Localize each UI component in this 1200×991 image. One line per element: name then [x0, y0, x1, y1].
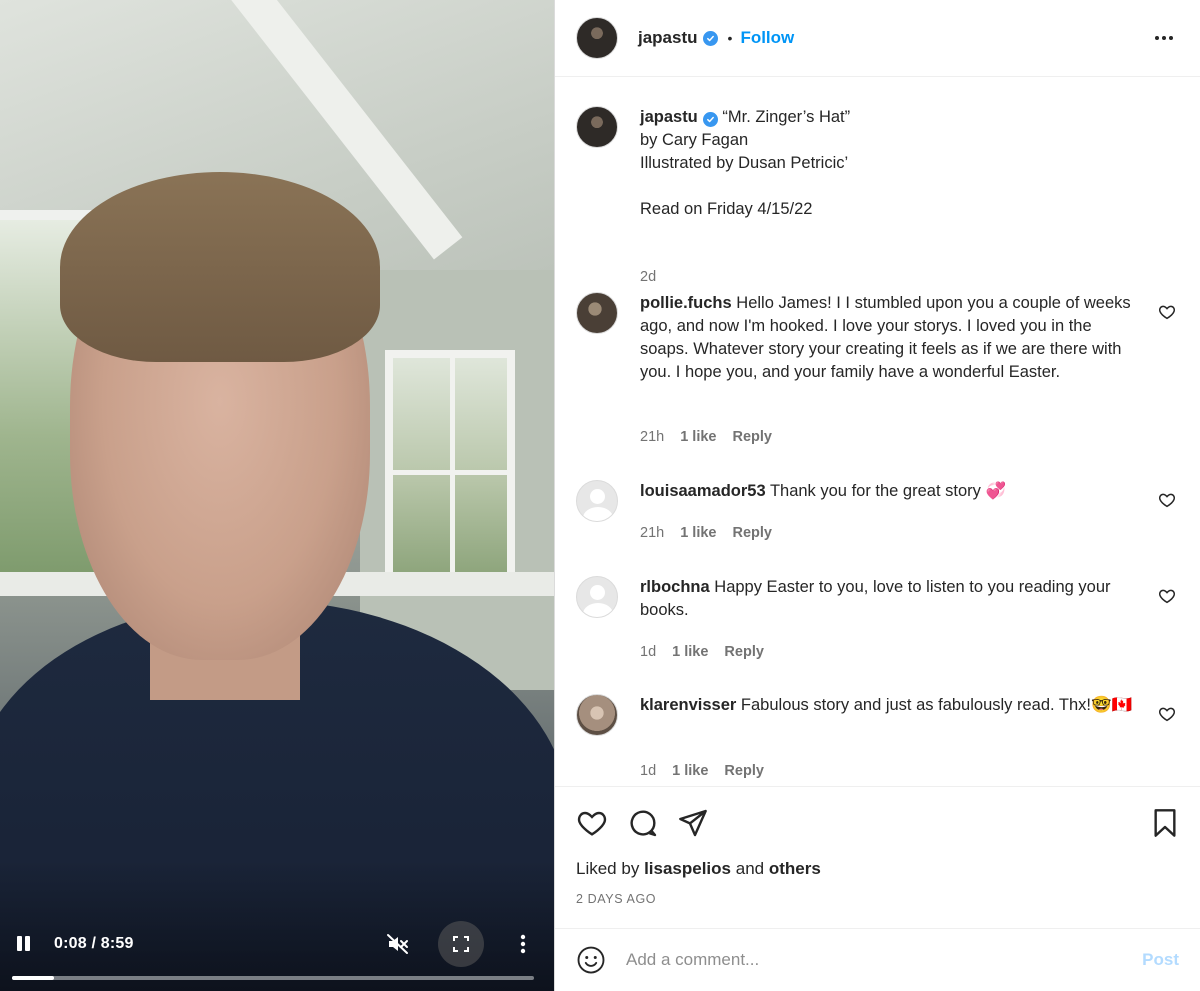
comment-like-heart-icon[interactable]: [1158, 587, 1176, 605]
video-time: 0:08 / 8:59: [54, 935, 134, 952]
post-panel: japastu • Follow japastu “Mr. Zinger’s H…: [554, 0, 1200, 991]
caption-line: by Cary Fagan: [640, 131, 749, 149]
add-comment-bar: Post: [555, 928, 1200, 991]
comment-meta: 1d 1 like Reply: [640, 763, 764, 779]
comment-likes[interactable]: 1 like: [672, 644, 708, 660]
fullscreen-button[interactable]: [438, 921, 484, 967]
comment-avatar[interactable]: [576, 694, 618, 736]
author-avatar[interactable]: [576, 17, 618, 59]
caption-line: [640, 175, 1140, 198]
video-person-hair: [60, 172, 380, 362]
liked-by: Liked by lisaspelios and others: [576, 859, 821, 879]
comment-input[interactable]: [626, 945, 1116, 975]
comment-avatar[interactable]: [576, 480, 618, 522]
comment-like-heart-icon[interactable]: [1158, 705, 1176, 723]
comments-list[interactable]: japastu “Mr. Zinger’s Hat” by Cary Fagan…: [555, 78, 1200, 786]
caption-username[interactable]: japastu: [640, 108, 698, 126]
caption-age[interactable]: 2d: [640, 269, 656, 285]
more-icon[interactable]: [1152, 26, 1176, 50]
kebab-icon[interactable]: [514, 933, 532, 955]
share-icon[interactable]: [677, 807, 709, 839]
comment-reply-button[interactable]: Reply: [732, 429, 772, 445]
bookmark-icon[interactable]: [1149, 807, 1181, 839]
comment-like-heart-icon[interactable]: [1158, 491, 1176, 509]
author-avatar[interactable]: [576, 106, 618, 148]
comment-text: Happy Easter to you, love to listen to y…: [640, 578, 1111, 619]
post-actions: Liked by lisaspelios and others 2 DAYS A…: [555, 786, 1200, 928]
caption-meta: 2d: [640, 269, 656, 285]
video-player[interactable]: 0:08 / 8:59: [0, 0, 554, 991]
comment-avatar[interactable]: [576, 292, 618, 334]
post-comment-button[interactable]: Post: [1142, 950, 1179, 970]
emoji-icon[interactable]: [576, 945, 606, 975]
post-header: japastu • Follow: [555, 0, 1200, 77]
comment-meta: 21h 1 like Reply: [640, 525, 772, 541]
comment-likes[interactable]: 1 like: [680, 525, 716, 541]
comment-meta: 1d 1 like Reply: [640, 644, 764, 660]
comment-likes[interactable]: 1 like: [672, 763, 708, 779]
comment-like-heart-icon[interactable]: [1158, 303, 1176, 321]
liked-by-prefix: Liked by: [576, 859, 640, 878]
liked-by-others[interactable]: others: [769, 859, 821, 878]
video-controls: 0:08 / 8:59: [0, 901, 554, 991]
mute-icon[interactable]: [386, 933, 410, 955]
author-username[interactable]: japastu: [638, 28, 698, 48]
verified-icon: [702, 112, 718, 127]
comment-body: louisaamador53 Thank you for the great s…: [640, 480, 1140, 503]
verified-icon: [702, 30, 718, 46]
comment-time[interactable]: 1d: [640, 644, 656, 660]
comment-username[interactable]: klarenvisser: [640, 696, 736, 714]
separator-dot: •: [727, 30, 733, 46]
comment-username[interactable]: louisaamador53: [640, 482, 766, 500]
post-dialog: 0:08 / 8:59 japastu • Follow japastu “Mr…: [0, 0, 1200, 991]
comment-icon[interactable]: [627, 807, 659, 839]
heart-icon[interactable]: [576, 807, 608, 839]
comment-avatar[interactable]: [576, 576, 618, 618]
comment-body: rlbochna Happy Easter to you, love to li…: [640, 576, 1140, 622]
comment-text: Fabulous story and just as fabulously re…: [740, 696, 1133, 714]
pause-icon[interactable]: [16, 935, 32, 953]
comment-reply-button[interactable]: Reply: [732, 525, 772, 541]
comment-time[interactable]: 1d: [640, 763, 656, 779]
caption-line: “Mr. Zinger’s Hat”: [722, 108, 851, 126]
comment-username[interactable]: pollie.fuchs: [640, 294, 732, 312]
caption-body: japastu “Mr. Zinger’s Hat” by Cary Fagan…: [640, 106, 1140, 221]
comment-body: pollie.fuchs Hello James! I I stumbled u…: [640, 292, 1140, 384]
comment-time[interactable]: 21h: [640, 429, 664, 445]
comment-time[interactable]: 21h: [640, 525, 664, 541]
comment-likes[interactable]: 1 like: [680, 429, 716, 445]
comment-body: klarenvisser Fabulous story and just as …: [640, 694, 1140, 717]
comment-username[interactable]: rlbochna: [640, 578, 710, 596]
caption-line: Read on Friday 4/15/22: [640, 200, 813, 218]
fullscreen-icon: [453, 936, 469, 952]
video-scene-window-right: [385, 350, 515, 590]
liked-by-user[interactable]: lisaspelios: [644, 859, 731, 878]
comment-reply-button[interactable]: Reply: [724, 644, 764, 660]
caption-line: Illustrated by Dusan Petricic’: [640, 154, 849, 172]
follow-button[interactable]: Follow: [740, 28, 794, 48]
liked-by-and: and: [735, 859, 765, 878]
comment-reply-button[interactable]: Reply: [724, 763, 764, 779]
comment-meta: 21h 1 like Reply: [640, 429, 772, 445]
comment-text: Thank you for the great story 💞: [769, 482, 1007, 500]
video-progress-fill: [12, 976, 54, 980]
video-progress-bar[interactable]: [12, 976, 534, 980]
post-date[interactable]: 2 DAYS AGO: [576, 892, 656, 906]
